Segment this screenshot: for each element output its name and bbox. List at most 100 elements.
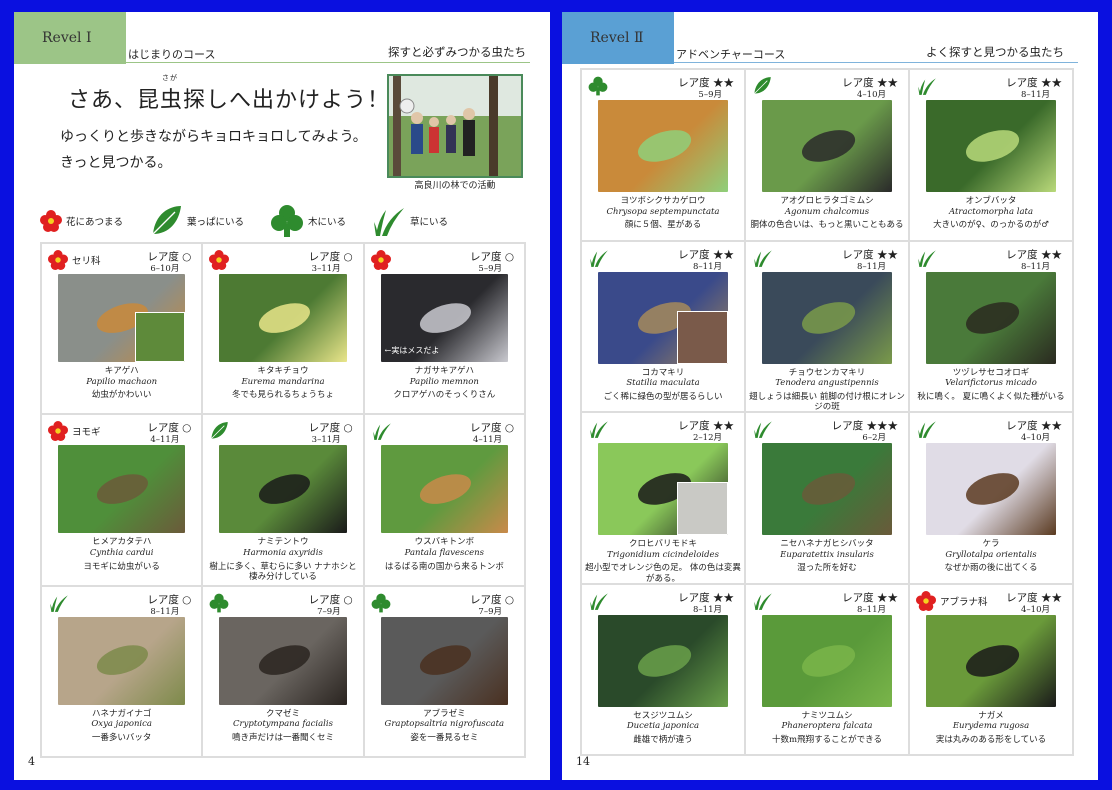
grass-icon (752, 419, 774, 443)
insect-photo (926, 614, 1056, 707)
season-months: 8–11月 (857, 604, 886, 615)
insect-info: ウスバキトンボ Pantala flavescens はるばる南の国から来るトンボ (367, 537, 522, 572)
grass-icon (916, 76, 938, 100)
insect-card: レア度 ○ 3–11月 ナミテントウ Harmonia axyridis 樹上に多く、草… (202, 414, 364, 586)
insect-description: 顔に５個、星がある (624, 220, 702, 231)
heading-ruby: さが (162, 74, 178, 82)
level-tab: Revel Ⅰ (14, 12, 126, 64)
intro-line-2: きっと見つかる。 (60, 155, 172, 171)
scientific-name: Cryptotympana facialis (233, 719, 333, 730)
insect-card: ヨモギ レア度 ○ 4–11月 ヒメアカタテハ Cynthia cardui ヨモギに幼虫… (41, 414, 203, 586)
insect-shape (798, 467, 859, 511)
insect-photo (598, 614, 728, 707)
insect-description: 幼虫がかわいい (91, 390, 152, 401)
scientific-name: Gryllotalpa orientalis (945, 549, 1037, 560)
inset-photo (134, 311, 186, 362)
insect-shape (416, 297, 476, 339)
insect-name: ニセハネナガヒシバッタ (780, 539, 874, 549)
tree-icon (588, 76, 608, 100)
scientific-name: Graptopsaltria nigrofuscata (384, 719, 505, 730)
insect-card: レア度 ★★ 4–10月 ケラ Gryllotalpa orientalis なぜか雨の… (909, 412, 1073, 584)
plant-family: セリ科 (72, 256, 101, 267)
insect-card: レア度 ★★ 8–11月 オンブバッタ Atractomorpha lata 大きいのが… (909, 69, 1073, 241)
insect-description: なぜか雨の後に出てくる (944, 563, 1038, 574)
tree-icon (371, 593, 391, 617)
insect-description: 樹上に多く、草むらに多い ナナホシと棲み分けしている (209, 561, 357, 583)
insect-info: キアゲハ Papilio machaon 幼虫がかわいい (44, 366, 199, 401)
scientific-name: Atractomorpha lata (948, 206, 1034, 217)
insect-photo (219, 616, 347, 705)
grass-icon (374, 208, 405, 236)
insect-card: レア度 ★★ 4–10月 アオグロヒラタゴミムシ Agonum chalcomus 胴体… (745, 69, 909, 241)
insect-photo (219, 274, 347, 362)
leaf-icon (152, 206, 182, 235)
flower-icon (40, 210, 62, 232)
season-months: 4–10月 (857, 90, 886, 100)
insect-photo: ←実はメスだよ (380, 274, 508, 362)
insect-name: クマゼミ (265, 708, 300, 719)
insect-shape (634, 124, 695, 168)
course-name: はじまりのコース (128, 48, 216, 61)
insect-card: レア度 ★★★ 6–2月 ニセハネナガヒシバッタ Euparatettix insul… (745, 412, 909, 584)
scientific-name: Papilio memnon (409, 376, 479, 387)
insect-grid: レア度 ★★ 5–9月 ヨツボシクサカゲロウ Chrysopa septempunct… (580, 68, 1074, 756)
insect-info: チョウセンカマキリ Tenodera angustipennis 翅しょうは細長い … (748, 368, 906, 414)
insect-photo (926, 271, 1056, 364)
grass-icon (588, 591, 610, 615)
insect-shape (962, 467, 1023, 511)
insect-shape (93, 468, 153, 511)
season-months: 2–12月 (693, 433, 722, 443)
page-number: 14 (576, 755, 590, 768)
inset-photo (676, 482, 728, 535)
insect-shape (254, 468, 314, 511)
scientific-name: Chrysopa septempunctata (606, 206, 720, 217)
scientific-name: Velarifictorus micado (945, 378, 1037, 389)
insect-card: レア度 ★★ 8–11月 ナミツユムシ Phaneroptera falcata 十数m… (745, 583, 909, 755)
insect-description: はるばる南の国から来るトンボ (384, 561, 504, 572)
insect-shape (634, 638, 695, 683)
grass-icon (916, 419, 938, 443)
scientific-name: Oxya japonica (91, 719, 152, 730)
insect-card: レア度 ○ 5–9月 ←実はメスだよ ナガサキアゲハ Papilio memnon クロア… (363, 243, 525, 415)
season-months: 4–11月 (473, 435, 502, 446)
insect-info: ナミツユムシ Phaneroptera falcata 十数m飛翔することができる (748, 711, 906, 746)
insect-photo (926, 100, 1056, 192)
season-months: 4–10月 (1021, 433, 1050, 443)
insect-description: 十数m飛翔することができる (772, 734, 882, 745)
header-rule (126, 62, 530, 63)
page-number: 4 (28, 755, 35, 768)
insect-description: 秋に鳴く。 夏に鳴くよく似た種がいる (917, 391, 1065, 402)
tree-icon (209, 593, 229, 617)
insect-description: 姿を一番見るセミ (410, 732, 479, 743)
plant-family: アブラナ科 (940, 596, 988, 608)
insect-name: ナガメ (978, 710, 1004, 721)
insect-shape (798, 638, 859, 683)
insect-photo (598, 443, 728, 535)
insect-info: セスジツユムシ Ducetia japonica 雌雄で柄が違う (584, 711, 742, 746)
insect-shape (254, 297, 314, 339)
insect-grid: セリ科 レア度 ○ 6–10月 キアゲハ Papilio machaon 幼虫がかわいいレ… (40, 242, 526, 758)
insect-info: ヒメアカタテハ Cynthia cardui ヨモギに幼虫がいる (44, 537, 199, 572)
season-months: 6–10月 (150, 264, 180, 274)
heading-text: さあ、昆虫探しへ出かけよう！ (68, 88, 391, 113)
insect-card: レア度 ○ 3–11月 キタキチョウ Eurema mandarina 冬でも見られるち… (202, 243, 364, 415)
grass-icon (588, 248, 610, 272)
insect-description: クロアゲハのそっくりさん (393, 390, 496, 401)
season-months: 8–11月 (150, 606, 180, 617)
scientific-name: Eurema mandarina (241, 376, 325, 387)
page-subtitle: よく探すと見つかる虫たち (926, 45, 1064, 59)
page-heading: さが さあ、昆虫探しへ出かけよう！ (68, 74, 391, 114)
insect-name: キアゲハ (104, 366, 139, 376)
insect-info: ナガメ Eurydema rugosa 実は丸みのある形をしている (912, 711, 1070, 746)
insect-photo (926, 443, 1056, 535)
scientific-name: Papilio machaon (86, 376, 158, 387)
insect-name: アオグロヒラタゴミムシ (780, 196, 874, 206)
insect-name: キタキチョウ (257, 366, 309, 376)
insect-description: ごく稀に緑色の型が居るらしい (603, 391, 723, 402)
insect-name: ウスバキトンボ (414, 537, 475, 548)
insect-name: ケラ (982, 539, 1000, 549)
insect-card: レア度 ★★ 8–11月 セスジツユムシ Ducetia japonica 雌雄で柄が違… (581, 583, 745, 755)
insect-info: オンブバッタ Atractomorpha lata 大きいのが♀、のっかるのが♂ (912, 196, 1070, 231)
insect-card: レア度 ○ 8–11月 ハネナガイナゴ Oxya japonica 一番多いバッタ (41, 585, 203, 757)
season-months: 3–11月 (311, 264, 341, 274)
